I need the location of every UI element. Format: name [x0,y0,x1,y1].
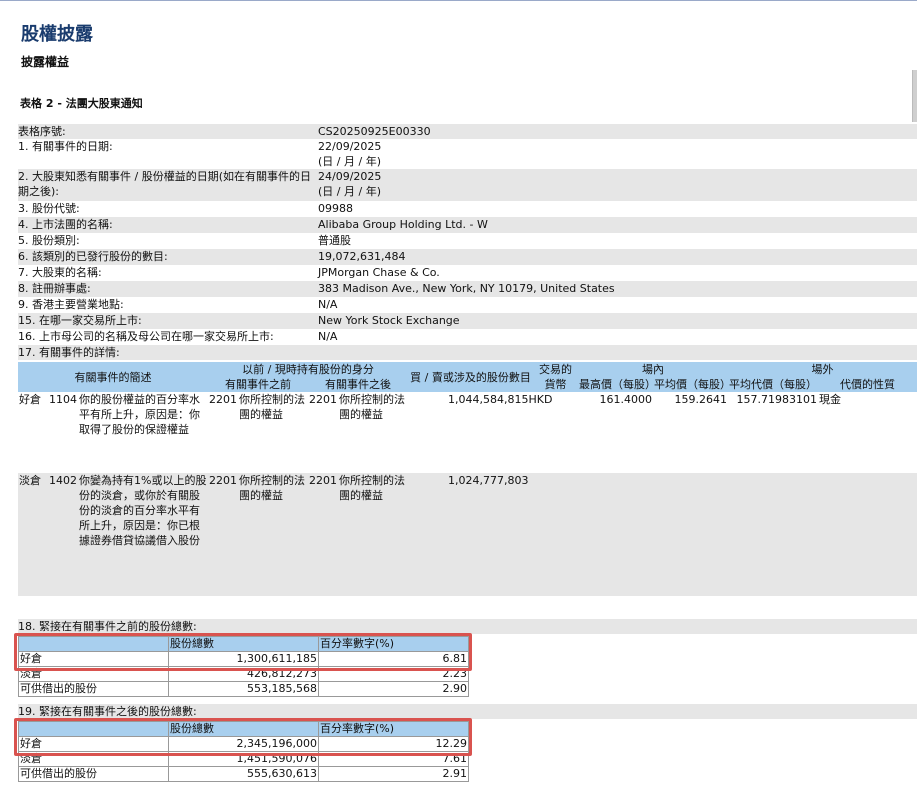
event-consideration: 現金 [818,392,917,473]
info-value: 09988 [318,202,353,215]
capacity-before-code: 2201 [208,473,239,596]
event-avg-price [653,473,729,596]
info-value: CS20250925E00330 [318,125,431,138]
info-value: 22/09/2025 (日 / 月 / 年) [318,140,382,168]
event-row: 淡倉 1402 你變為持有1%或以上的股份的淡倉，或你於有關股份的淡倉的百分率水… [18,473,917,596]
event-avg-price: 159.2641 [653,392,729,473]
info-label: 2. 大股東知悉有關事件 / 股份權益的日期(如在有關事件的日期之後): [18,170,311,198]
section-18-row: 可供借出的股份 553,185,568 2.90 [18,681,469,697]
row-label: 可供借出的股份 [18,766,169,782]
page-title: 股權披露 [21,24,93,45]
info-row: 2. 大股東知悉有關事件 / 股份權益的日期(如在有關事件的日期之後): 24/… [18,169,917,201]
event-shares: 1,044,584,815HKD [408,392,579,473]
event-description: 你的股份權益的百分率水平有所上升，原因是：你取得了股份的保證權益 [78,392,209,473]
info-value: JPMorgan Chase & Co. [318,266,440,279]
row-percent: 2.91 [318,766,469,782]
info-label: 17. 有關事件的詳情: [18,346,120,359]
info-row: 9. 香港主要營業地點: N/A [18,297,917,313]
capacity-after-code: 2201 [308,392,339,473]
event-row: 好倉 1104 你的股份權益的百分率水平有所上升，原因是：你取得了股份的保證權益… [18,392,917,473]
info-label: 1. 有關事件的日期: [18,140,113,153]
info-label: 8. 註冊辦事處: [18,282,91,295]
info-row: 3. 股份代號: 09988 [18,201,917,217]
event-description: 你變為持有1%或以上的股份的淡倉，或你於有關股份的淡倉的百分率水平有所上升，原因… [78,473,209,596]
info-label: 5. 股份類別: [18,234,80,247]
event-shares: 1,024,777,803 [408,473,579,596]
row-percent: 2.90 [318,681,469,697]
info-label: 7. 大股東的名稱: [18,266,102,279]
info-value: New York Stock Exchange [318,314,460,327]
page-subtitle: 披露權益 [21,55,70,69]
info-row: 表格序號: CS20250925E00330 [18,124,917,139]
header-on-exchange: 場內 [578,362,729,377]
info-label: 4. 上市法團的名稱: [18,218,113,231]
info-row: 8. 註冊辦事處: 383 Madison Ave., New York, NY… [18,281,917,297]
capacity-after: 你所控制的法團的權益 [338,392,409,473]
info-value: 19,072,631,484 [318,250,406,263]
info-row: 7. 大股東的名稱: JPMorgan Chase & Co. [18,265,917,281]
event-code: 1402 [48,473,78,596]
header-currency: 交易的貨幣 [533,362,579,392]
header-before: 有關事件之前 [208,377,309,392]
header-capacity: 以前 / 現時持有股份的身分 [208,362,409,377]
top-border [0,0,917,1]
info-value: N/A [318,330,338,343]
capacity-before-code: 2201 [208,392,239,473]
event-high-price: 161.4000 [578,392,654,473]
event-off-avg [728,473,819,596]
highlight-box [14,633,472,671]
capacity-after-code: 2201 [308,473,339,596]
info-table: 表格序號: CS20250925E00330 1. 有關事件的日期: 22/09… [18,124,917,360]
row-total: 555,630,613 [168,766,319,782]
info-label: 3. 股份代號: [18,202,80,215]
events-table: 有關事件的簡述 以前 / 現時持有股份的身分 買 / 賣或涉及的股份數目 交易的… [18,362,917,596]
info-label: 6. 該類別的已發行股份的數目: [18,250,168,263]
info-label: 表格序號: [18,125,66,138]
info-value: 普通股 [318,234,351,247]
event-position: 好倉 [18,392,48,473]
header-avg: 平均價（每股） [653,377,732,392]
info-row: 16. 上市母公司的名稱及母公司在哪一家交易所上市: N/A [18,329,917,345]
info-value: N/A [318,298,338,311]
header-shares: 買 / 賣或涉及的股份數目 [408,362,534,392]
section-18-title: 18. 緊接在有關事件之前的股份總數: [18,619,917,634]
row-total: 553,185,568 [168,681,319,697]
info-row: 6. 該類別的已發行股份的數目: 19,072,631,484 [18,249,917,265]
info-label: 9. 香港主要營業地點: [18,298,124,311]
capacity-before: 你所控制的法團的權益 [238,392,309,473]
capacity-after: 你所控制的法團的權益 [338,473,409,596]
header-off-avg: 平均代價（每股） [728,377,819,392]
info-row: 17. 有關事件的詳情: [18,345,917,360]
highlight-box [14,718,472,756]
info-row: 1. 有關事件的日期: 22/09/2025 (日 / 月 / 年) [18,139,917,169]
info-value: 24/09/2025 (日 / 月 / 年) [318,170,382,198]
header-off-exchange: 場外 [728,362,917,377]
header-high: 最高價（每股） [578,377,657,392]
form-heading: 表格 2 - 法團大股東通知 [20,97,143,110]
scrollbar[interactable] [912,70,917,122]
event-off-avg: 157.71983101 [728,392,819,473]
row-label: 可供借出的股份 [18,681,169,697]
header-description: 有關事件的簡述 [18,362,209,392]
event-consideration [818,473,917,596]
section-19-title: 19. 緊接在有關事件之後的股份總數: [18,704,917,719]
capacity-before: 你所控制的法團的權益 [238,473,309,596]
info-label: 16. 上市母公司的名稱及母公司在哪一家交易所上市: [18,330,274,343]
header-consideration: 代價的性質 [818,377,917,392]
info-row: 4. 上市法團的名稱: Alibaba Group Holding Ltd. -… [18,217,917,233]
section-19-row: 可供借出的股份 555,630,613 2.91 [18,766,469,782]
info-row: 5. 股份類別: 普通股 [18,233,917,249]
event-position: 淡倉 [18,473,48,596]
header-after: 有關事件之後 [308,377,409,392]
event-high-price [578,473,654,596]
info-value: Alibaba Group Holding Ltd. - W [318,218,488,231]
info-label: 15. 在哪一家交易所上市: [18,314,142,327]
event-code: 1104 [48,392,78,473]
info-row: 15. 在哪一家交易所上市: New York Stock Exchange [18,313,917,329]
events-header-row-1: 有關事件的簡述 以前 / 現時持有股份的身分 買 / 賣或涉及的股份數目 交易的… [18,362,917,392]
info-value: 383 Madison Ave., New York, NY 10179, Un… [318,282,615,295]
